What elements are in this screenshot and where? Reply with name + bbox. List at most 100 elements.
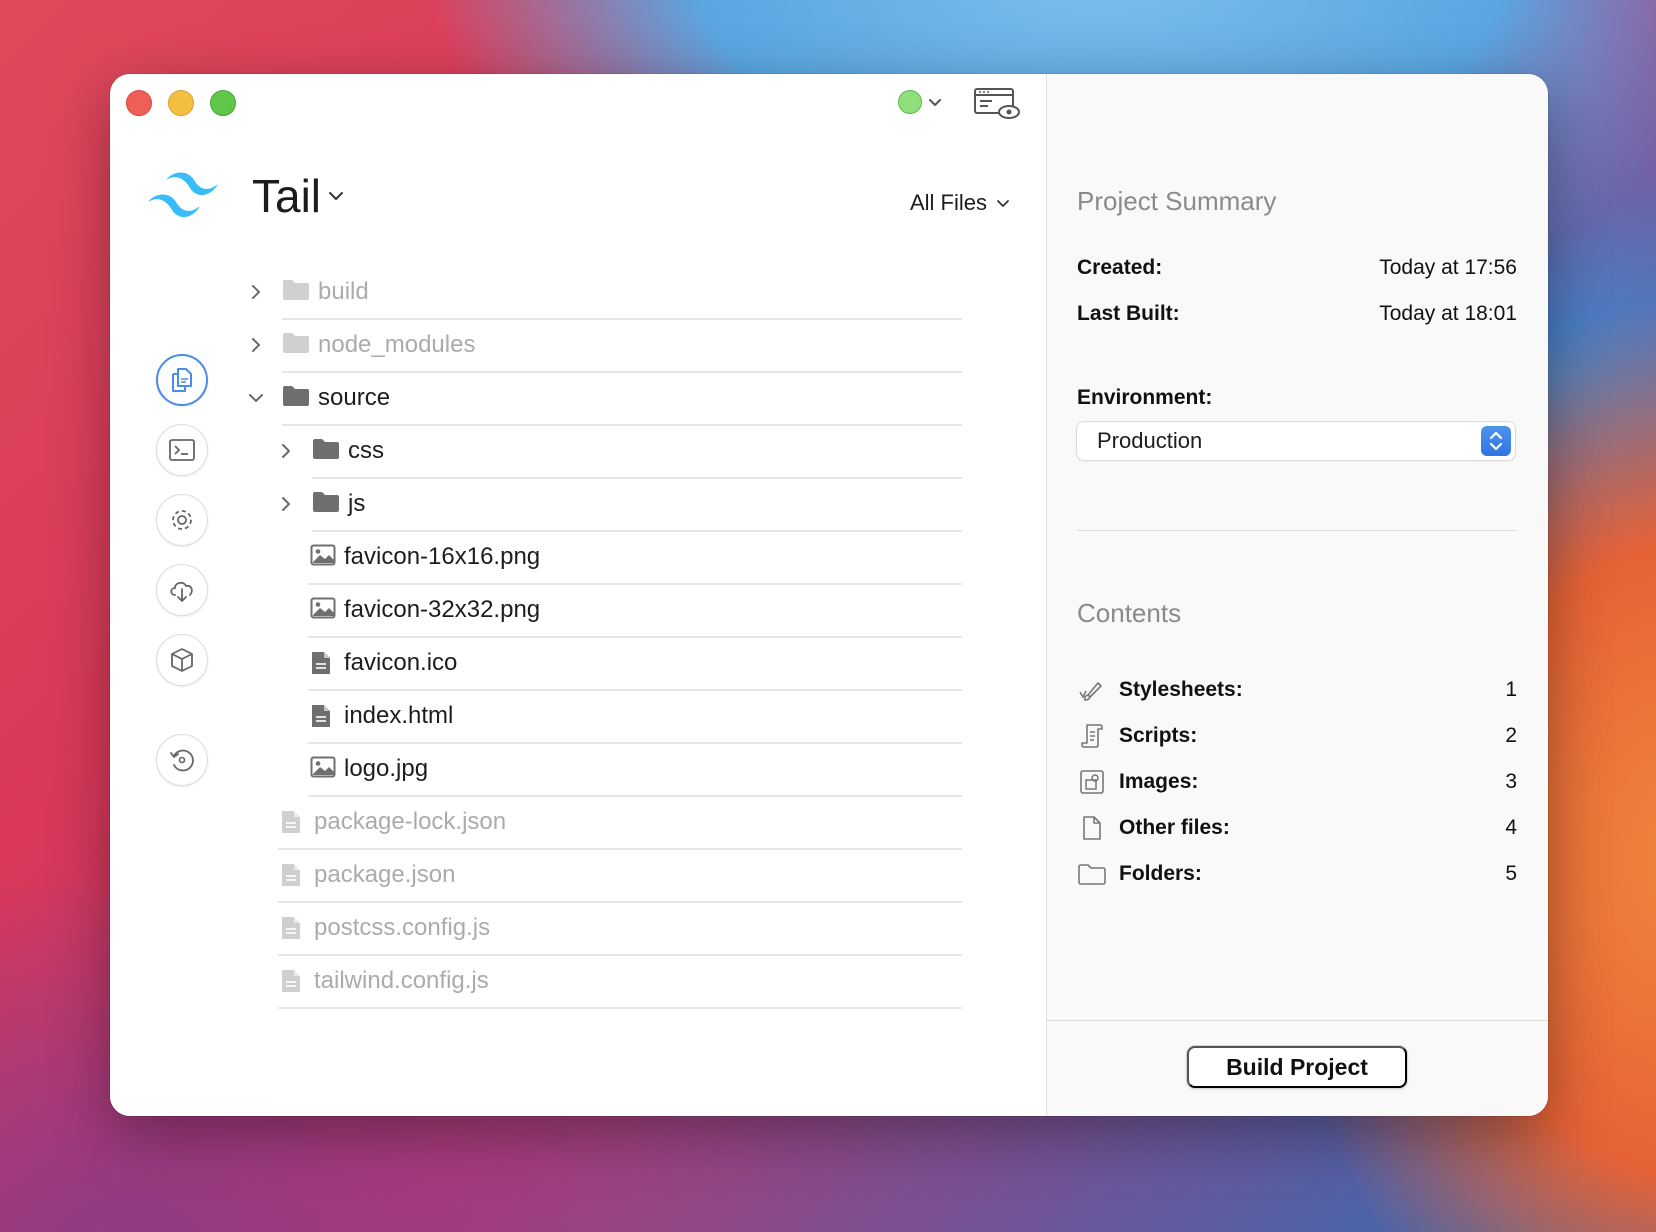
- minimize-window-button[interactable]: [168, 90, 194, 116]
- tree-row-package-json[interactable]: package.json: [110, 847, 1046, 903]
- tree-item-name: package-lock.json: [314, 808, 507, 835]
- image-icon: [1077, 767, 1107, 797]
- tree-row-postcss-config-js[interactable]: postcss.config.js: [110, 900, 1046, 956]
- tree-item-name: logo.jpg: [344, 755, 429, 782]
- chevron-down-icon: [929, 99, 941, 106]
- chevron-down-icon: [329, 192, 344, 200]
- contents-label: Stylesheets:: [1119, 678, 1243, 701]
- tree-row-logo-jpg[interactable]: logo.jpg: [110, 741, 1046, 797]
- tree-row-build[interactable]: build: [110, 264, 1046, 320]
- environment-select[interactable]: Production: [1077, 422, 1515, 460]
- last-built-row: Last Built: Today at 18:01: [1077, 302, 1517, 326]
- last-built-label: Last Built:: [1077, 302, 1180, 325]
- folder-icon: [312, 438, 340, 460]
- image-icon: [310, 756, 336, 778]
- tailwind-logo-icon: [148, 172, 218, 218]
- project-selector[interactable]: Tail: [252, 169, 345, 223]
- tree-row-js[interactable]: js: [110, 476, 1046, 532]
- tree-item-name: package.json: [314, 861, 456, 888]
- chevron-right-icon[interactable]: [276, 494, 296, 514]
- tree-item-name: favicon-32x32.png: [344, 596, 541, 623]
- tree-row-favicon-ico[interactable]: favicon.ico: [110, 635, 1046, 691]
- document-icon: [280, 809, 302, 835]
- document-icon: [310, 703, 332, 729]
- folder-icon: [282, 279, 310, 301]
- document-icon: [280, 862, 302, 888]
- tree-row-css[interactable]: css: [110, 423, 1046, 479]
- contents-count: 2: [1505, 724, 1517, 747]
- tree-row-package-lock-json[interactable]: package-lock.json: [110, 794, 1046, 850]
- created-value: Today at 17:56: [1379, 256, 1517, 279]
- contents-label: Other files:: [1119, 816, 1230, 839]
- close-window-button[interactable]: [126, 90, 152, 116]
- contents-count: 4: [1505, 816, 1517, 839]
- select-stepper-icon: [1481, 426, 1511, 456]
- tree-item-name: js: [348, 490, 366, 517]
- document-icon: [1077, 813, 1107, 843]
- tree-row-tailwind-config-js[interactable]: tailwind.config.js: [110, 953, 1046, 1009]
- contents-row-other-files: Other files: 4: [1077, 812, 1517, 844]
- image-icon: [310, 544, 336, 566]
- contents-label: Images:: [1119, 770, 1199, 793]
- app-window: Tail All Files build node_modules source…: [110, 74, 1548, 1116]
- tree-item-name: build: [318, 278, 369, 305]
- tree-row-index-html[interactable]: index.html: [110, 688, 1046, 744]
- contents-label: Folders:: [1119, 862, 1202, 885]
- document-icon: [280, 915, 302, 941]
- tree-item-name: favicon.ico: [344, 649, 458, 676]
- contents-row-stylesheets: Stylesheets: 1: [1077, 674, 1517, 706]
- project-summary-title: Project Summary: [1077, 186, 1277, 216]
- contents-row-folders: Folders: 5: [1077, 858, 1517, 890]
- build-project-button[interactable]: Build Project: [1187, 1046, 1407, 1088]
- chevron-right-icon[interactable]: [246, 282, 266, 302]
- zoom-window-button[interactable]: [210, 90, 236, 116]
- filter-label: All Files: [910, 190, 988, 215]
- contents-label: Scripts:: [1119, 724, 1198, 747]
- folder-icon: [312, 491, 340, 513]
- tree-row-favicon-16x16-png[interactable]: favicon-16x16.png: [110, 529, 1046, 585]
- tree-row-node-modules[interactable]: node_modules: [110, 317, 1046, 373]
- tree-row-source[interactable]: source: [110, 370, 1046, 426]
- chevron-right-icon[interactable]: [246, 335, 266, 355]
- tree-item-name: source: [318, 384, 391, 411]
- folder-icon: [1077, 859, 1107, 889]
- status-dot-icon: [898, 90, 922, 114]
- footer-divider: [1047, 1020, 1548, 1021]
- folder-icon: [282, 332, 310, 354]
- file-browser-pane: Tail All Files build node_modules source…: [110, 74, 1046, 1116]
- environment-value: Production: [1097, 428, 1203, 453]
- contents-row-scripts: Scripts: 2: [1077, 720, 1517, 752]
- contents-count: 3: [1505, 770, 1517, 793]
- summary-divider: [1077, 530, 1517, 531]
- script-icon: [1077, 721, 1107, 751]
- server-status-button[interactable]: [898, 90, 944, 114]
- created-label: Created:: [1077, 256, 1163, 279]
- tree-item-name: postcss.config.js: [314, 914, 491, 941]
- contents-count: 5: [1505, 862, 1517, 885]
- tree-item-name: favicon-16x16.png: [344, 543, 541, 570]
- last-built-value: Today at 18:01: [1379, 302, 1517, 325]
- environment-label: Environment:: [1077, 386, 1213, 409]
- project-name: Tail: [252, 170, 322, 222]
- preview-icon[interactable]: [972, 84, 1022, 124]
- project-summary-pane: Project Summary Created: Today at 17:56 …: [1046, 74, 1548, 1116]
- traffic-lights: [126, 90, 236, 116]
- tree-row-favicon-32x32-png[interactable]: favicon-32x32.png: [110, 582, 1046, 638]
- brush-icon: [1077, 675, 1107, 705]
- tree-item-name: css: [348, 437, 384, 464]
- tree-item-name: tailwind.config.js: [314, 967, 489, 994]
- chevron-right-icon[interactable]: [276, 441, 296, 461]
- document-icon: [280, 968, 302, 994]
- chevron-down-icon: [997, 200, 1009, 207]
- chevron-down-icon[interactable]: [246, 388, 266, 408]
- contents-row-images: Images: 3: [1077, 766, 1517, 798]
- tree-item-name: node_modules: [318, 331, 476, 358]
- folder-icon: [282, 385, 310, 407]
- document-icon: [310, 650, 332, 676]
- row-divider: [278, 1007, 962, 1009]
- image-icon: [310, 597, 336, 619]
- file-filter-dropdown[interactable]: All Files: [910, 190, 1011, 216]
- contents-title: Contents: [1077, 598, 1182, 628]
- tree-item-name: index.html: [344, 702, 454, 729]
- contents-count: 1: [1505, 678, 1517, 701]
